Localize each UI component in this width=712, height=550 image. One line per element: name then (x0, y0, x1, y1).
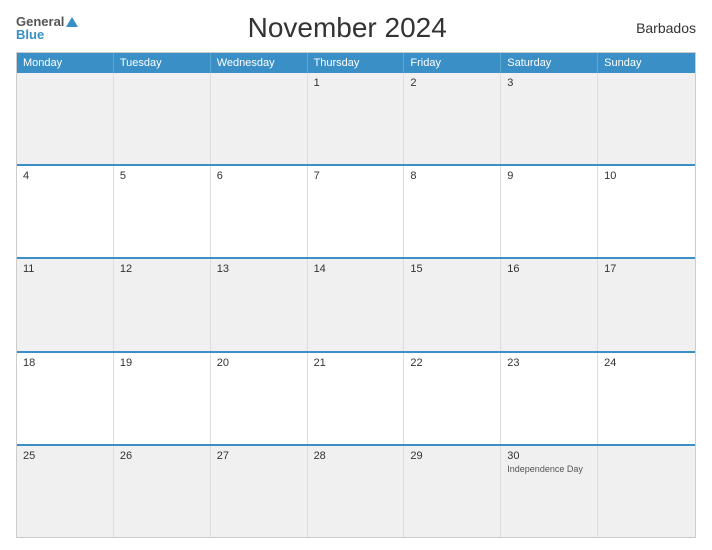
day-number: 24 (604, 357, 689, 369)
day-cell-nov16: 16 (501, 259, 598, 350)
day-cell-nov22: 22 (404, 353, 501, 444)
day-number: 1 (314, 77, 398, 89)
day-cell-nov2: 2 (404, 73, 501, 164)
day-number: 28 (314, 450, 398, 462)
day-number: 18 (23, 357, 107, 369)
header-tuesday: Tuesday (114, 53, 211, 73)
day-cell-nov21: 21 (308, 353, 405, 444)
day-number: 15 (410, 263, 494, 275)
day-number: 25 (23, 450, 107, 462)
day-cell-nov14: 14 (308, 259, 405, 350)
day-number: 14 (314, 263, 398, 275)
day-cell-empty-last (598, 446, 695, 537)
day-cell-empty-3 (211, 73, 308, 164)
day-cell-nov28: 28 (308, 446, 405, 537)
logo-blue-text: Blue (16, 28, 44, 41)
day-cell-empty-2 (114, 73, 211, 164)
day-cell-nov27: 27 (211, 446, 308, 537)
day-number: 27 (217, 450, 301, 462)
day-cell-nov15: 15 (404, 259, 501, 350)
week-row-4: 18 19 20 21 22 23 24 (17, 351, 695, 444)
header-monday: Monday (17, 53, 114, 73)
header-sunday: Sunday (598, 53, 695, 73)
week-row-1: 1 2 3 (17, 73, 695, 164)
day-number: 6 (217, 170, 301, 182)
logo-triangle-icon (66, 17, 78, 27)
day-cell-nov8: 8 (404, 166, 501, 257)
day-number: 10 (604, 170, 689, 182)
day-number: 29 (410, 450, 494, 462)
day-cell-nov24: 24 (598, 353, 695, 444)
day-cell-nov9: 9 (501, 166, 598, 257)
week-row-5: 25 26 27 28 29 30 Independence Day (17, 444, 695, 537)
day-number: 13 (217, 263, 301, 275)
header-thursday: Thursday (308, 53, 405, 73)
day-cell-nov25: 25 (17, 446, 114, 537)
day-number: 11 (23, 263, 107, 275)
day-number: 19 (120, 357, 204, 369)
week-row-3: 11 12 13 14 15 16 17 (17, 257, 695, 350)
day-cell-empty-4 (598, 73, 695, 164)
day-number: 3 (507, 77, 591, 89)
day-cell-nov19: 19 (114, 353, 211, 444)
day-cell-nov1: 1 (308, 73, 405, 164)
day-cell-nov6: 6 (211, 166, 308, 257)
day-number: 22 (410, 357, 494, 369)
day-cell-nov10: 10 (598, 166, 695, 257)
day-cell-nov17: 17 (598, 259, 695, 350)
day-cell-nov30: 30 Independence Day (501, 446, 598, 537)
day-number: 17 (604, 263, 689, 275)
day-cell-nov7: 7 (308, 166, 405, 257)
day-cell-nov29: 29 (404, 446, 501, 537)
day-number: 8 (410, 170, 494, 182)
header-saturday: Saturday (501, 53, 598, 73)
header-wednesday: Wednesday (211, 53, 308, 73)
day-number: 2 (410, 77, 494, 89)
day-number: 16 (507, 263, 591, 275)
logo: General Blue (16, 15, 78, 41)
calendar-grid: Monday Tuesday Wednesday Thursday Friday… (16, 52, 696, 538)
day-number: 23 (507, 357, 591, 369)
country-label: Barbados (616, 20, 696, 36)
day-number: 26 (120, 450, 204, 462)
day-number: 7 (314, 170, 398, 182)
week-row-2: 4 5 6 7 8 9 10 (17, 164, 695, 257)
header-friday: Friday (404, 53, 501, 73)
day-cell-nov3: 3 (501, 73, 598, 164)
day-cell-nov23: 23 (501, 353, 598, 444)
day-cell-nov12: 12 (114, 259, 211, 350)
day-cell-nov20: 20 (211, 353, 308, 444)
calendar-body: 1 2 3 4 5 6 (17, 73, 695, 537)
day-number: 9 (507, 170, 591, 182)
day-cell-nov4: 4 (17, 166, 114, 257)
day-cell-nov18: 18 (17, 353, 114, 444)
month-title: November 2024 (78, 12, 616, 44)
independence-day-label: Independence Day (507, 464, 591, 474)
day-cell-nov5: 5 (114, 166, 211, 257)
day-cell-nov11: 11 (17, 259, 114, 350)
calendar-header: General Blue November 2024 Barbados (16, 12, 696, 44)
day-number: 4 (23, 170, 107, 182)
day-cell-nov13: 13 (211, 259, 308, 350)
day-number: 12 (120, 263, 204, 275)
day-number: 5 (120, 170, 204, 182)
day-number: 30 (507, 450, 591, 462)
calendar-page: General Blue November 2024 Barbados Mond… (0, 0, 712, 550)
day-cell-nov26: 26 (114, 446, 211, 537)
day-cell-empty-1 (17, 73, 114, 164)
day-number: 21 (314, 357, 398, 369)
day-number: 20 (217, 357, 301, 369)
day-headers-row: Monday Tuesday Wednesday Thursday Friday… (17, 53, 695, 73)
